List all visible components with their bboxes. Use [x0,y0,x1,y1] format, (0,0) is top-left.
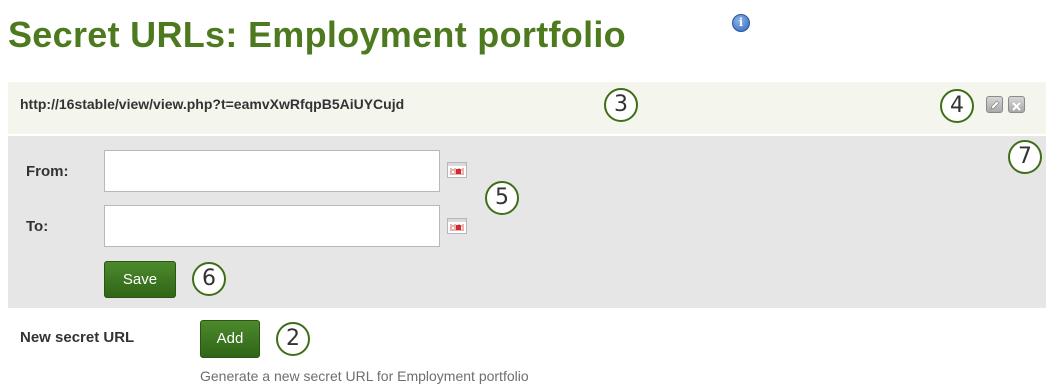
from-label: From: [26,163,69,180]
add-button[interactable]: Add [200,320,260,358]
calendar-icon[interactable] [447,218,467,234]
to-date-input[interactable] [104,205,440,247]
calendar-icon[interactable] [447,162,467,178]
from-date-input[interactable] [104,150,440,192]
callout-3: 3 [604,88,638,122]
callout-5: 5 [485,181,519,215]
info-icon[interactable]: i [732,14,750,32]
callout-4: 4 [940,89,974,123]
new-secret-url-label: New secret URL [20,329,135,346]
delete-button[interactable] [1008,96,1025,113]
page-title: Secret URLs: Employment portfolio [8,14,626,55]
callout-2: 2 [276,322,310,356]
secret-url-link[interactable]: http://16stable/view/view.php?t=eamvXwRf… [20,96,404,112]
add-description: Generate a new secret URL for Employment… [200,368,529,384]
pencil-icon [990,99,1000,110]
save-button[interactable]: Save [104,261,176,298]
callout-7: 7 [1008,140,1042,174]
edit-button[interactable] [986,96,1003,113]
to-label: To: [26,218,49,235]
close-icon [1012,100,1021,111]
callout-6: 6 [192,262,226,296]
